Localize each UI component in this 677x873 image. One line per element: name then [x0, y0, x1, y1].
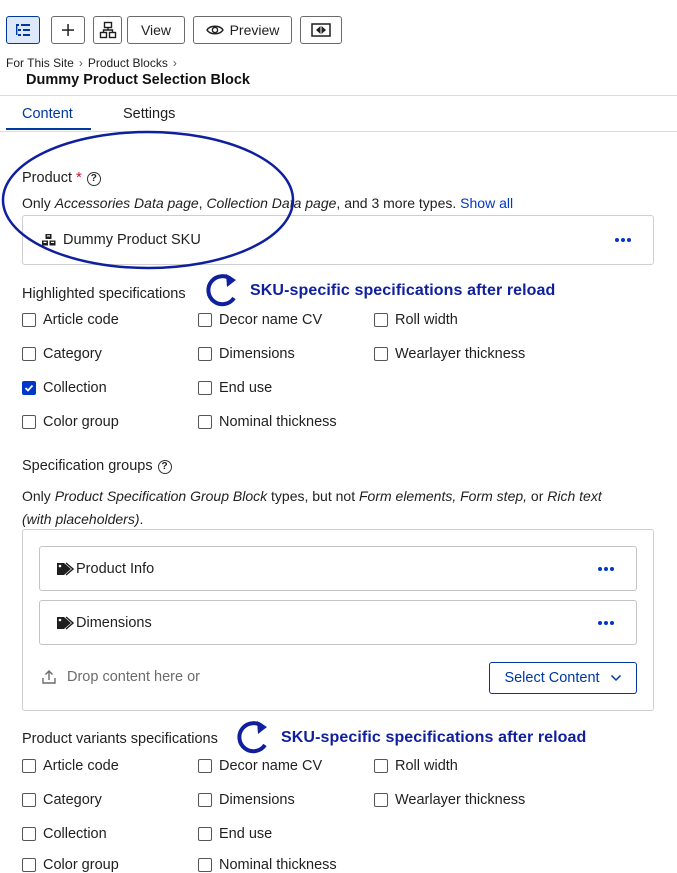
- structure-button[interactable]: [93, 16, 122, 44]
- spec-group-item[interactable]: Product Info: [39, 546, 637, 591]
- upload-icon: [42, 670, 56, 684]
- checkbox-box[interactable]: [374, 347, 388, 361]
- highlight-ellipse: [1, 130, 295, 270]
- checkmark-icon: [24, 384, 34, 392]
- reload-icon: [237, 721, 267, 754]
- divider: [0, 95, 677, 96]
- show-all-link[interactable]: Show all: [460, 195, 513, 211]
- checkbox-decor-name-cv[interactable]: Decor name CV: [198, 312, 322, 328]
- compare-button[interactable]: [300, 16, 342, 44]
- spec-groups-label: Specification groups?: [22, 458, 172, 474]
- checkbox-box[interactable]: [22, 759, 36, 773]
- checkbox-box[interactable]: [22, 858, 36, 872]
- plus-icon: [62, 24, 74, 36]
- checkbox-decor-name-cv[interactable]: Decor name CV: [198, 758, 322, 774]
- drop-zone-text: Drop content here or: [67, 669, 200, 685]
- spec-group-item[interactable]: Dimensions: [39, 600, 637, 645]
- view-button-label: View: [140, 22, 172, 38]
- tag-icon: [57, 615, 74, 630]
- checkbox-dimensions[interactable]: Dimensions: [198, 792, 295, 808]
- checkbox-box-checked[interactable]: [22, 381, 36, 395]
- chevron-right-icon: ›: [172, 56, 177, 70]
- checkbox-wearlayer-thickness[interactable]: Wearlayer thickness: [374, 346, 525, 362]
- more-options-icon[interactable]: [615, 238, 631, 242]
- checkbox-article-code[interactable]: Article code: [22, 312, 119, 328]
- select-content-button[interactable]: Select Content: [489, 662, 637, 694]
- preview-button[interactable]: Preview: [193, 16, 292, 44]
- checkbox-box[interactable]: [22, 793, 36, 807]
- compare-icon: [311, 23, 331, 37]
- checkbox-end-use[interactable]: End use: [198, 826, 272, 842]
- annotation-text: SKU-specific specifications after reload: [281, 729, 587, 746]
- reload-icon: [206, 274, 236, 307]
- breadcrumb-item[interactable]: Product Blocks: [88, 56, 168, 70]
- checkbox-box[interactable]: [374, 759, 388, 773]
- spec-groups-allowed-types: Only Product Specification Group Block t…: [22, 488, 602, 527]
- checkbox-box[interactable]: [198, 347, 212, 361]
- checkbox-dimensions[interactable]: Dimensions: [198, 346, 295, 362]
- checkbox-box[interactable]: [198, 793, 212, 807]
- checkbox-nominal-thickness[interactable]: Nominal thickness: [198, 857, 337, 873]
- checkbox-box[interactable]: [198, 415, 212, 429]
- checkbox-article-code[interactable]: Article code: [22, 758, 119, 774]
- breadcrumb: For This Site › Product Blocks ›: [6, 56, 182, 70]
- highlighted-specs-label: Highlighted specifications: [22, 286, 186, 302]
- checkbox-box[interactable]: [374, 313, 388, 327]
- tree-list-icon: [16, 24, 30, 36]
- checkbox-collection[interactable]: Collection: [22, 380, 107, 396]
- checkbox-color-group[interactable]: Color group: [22, 414, 119, 430]
- view-button[interactable]: View: [127, 16, 185, 44]
- checkbox-box[interactable]: [22, 347, 36, 361]
- tab-content[interactable]: Content: [22, 106, 73, 122]
- spec-group-name: Product Info: [76, 560, 155, 577]
- select-content-label: Select Content: [504, 670, 600, 686]
- checkbox-end-use[interactable]: End use: [198, 380, 272, 396]
- add-button[interactable]: [51, 16, 85, 44]
- checkbox-box[interactable]: [198, 858, 212, 872]
- checkbox-box[interactable]: [22, 415, 36, 429]
- checkbox-roll-width[interactable]: Roll width: [374, 312, 458, 328]
- checkbox-box[interactable]: [198, 759, 212, 773]
- checkbox-box[interactable]: [22, 827, 36, 841]
- variants-specs-label: Product variants specifications: [22, 731, 218, 747]
- checkbox-collection[interactable]: Collection: [22, 826, 107, 842]
- checkbox-box[interactable]: [198, 381, 212, 395]
- checkbox-nominal-thickness[interactable]: Nominal thickness: [198, 414, 337, 430]
- checkbox-box[interactable]: [198, 313, 212, 327]
- structure-icon: [99, 21, 116, 39]
- annotation-text: SKU-specific specifications after reload: [250, 282, 556, 299]
- more-options-icon[interactable]: [598, 566, 614, 571]
- spec-group-name: Dimensions: [76, 614, 152, 631]
- chevron-down-icon: [610, 674, 621, 682]
- page-title: Dummy Product Selection Block: [26, 72, 250, 88]
- chevron-right-icon: ›: [78, 56, 83, 70]
- checkbox-roll-width[interactable]: Roll width: [374, 758, 458, 774]
- checkbox-category[interactable]: Category: [22, 346, 102, 362]
- checkbox-box[interactable]: [22, 313, 36, 327]
- content-tree-button[interactable]: [6, 16, 40, 44]
- tag-icon: [57, 561, 74, 576]
- checkbox-box[interactable]: [198, 827, 212, 841]
- checkbox-color-group[interactable]: Color group: [22, 857, 119, 873]
- preview-button-label: Preview: [229, 22, 280, 38]
- tab-settings[interactable]: Settings: [123, 106, 175, 122]
- checkbox-wearlayer-thickness[interactable]: Wearlayer thickness: [374, 792, 525, 808]
- checkbox-category[interactable]: Category: [22, 792, 102, 808]
- more-options-icon[interactable]: [598, 620, 614, 625]
- checkbox-box[interactable]: [374, 793, 388, 807]
- breadcrumb-item[interactable]: For This Site: [6, 56, 74, 70]
- help-icon[interactable]: ?: [157, 459, 172, 474]
- drop-zone[interactable]: Drop content here or: [40, 668, 200, 686]
- eye-icon: [205, 25, 224, 35]
